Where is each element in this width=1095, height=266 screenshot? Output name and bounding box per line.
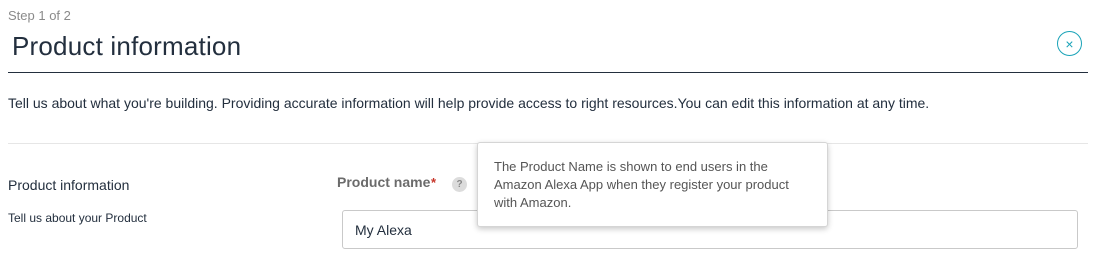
section-title: Product information: [8, 177, 130, 193]
step-indicator: Step 1 of 2: [8, 8, 71, 23]
close-button[interactable]: ×: [1057, 31, 1082, 56]
help-icon[interactable]: ?: [452, 177, 467, 192]
section-subtitle: Tell us about your Product: [8, 211, 147, 225]
product-name-tooltip: The Product Name is shown to end users i…: [477, 142, 828, 227]
required-marker: *: [431, 175, 437, 190]
product-information-page: Step 1 of 2 Product information × Tell u…: [0, 0, 1095, 266]
header-divider: [8, 72, 1088, 73]
close-icon: ×: [1065, 35, 1074, 52]
intro-text: Tell us about what you're building. Prov…: [8, 95, 930, 111]
page-title: Product information: [12, 31, 242, 61]
product-name-label: Product name: [337, 174, 431, 190]
